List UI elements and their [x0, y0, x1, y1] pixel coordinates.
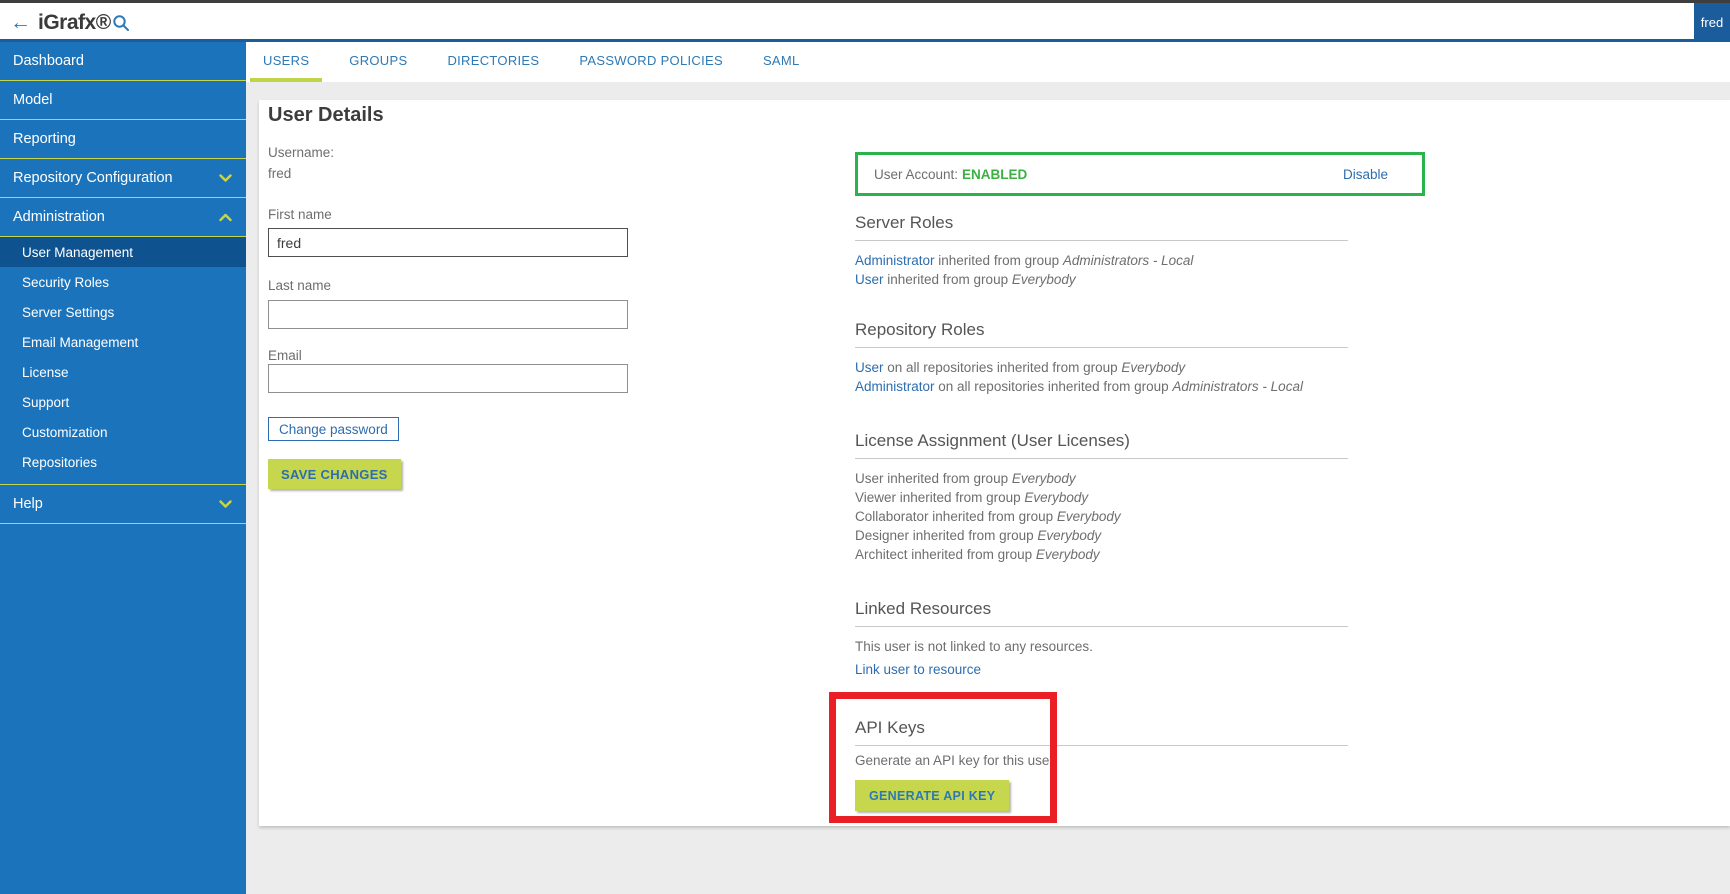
- disable-link[interactable]: Disable: [1343, 167, 1406, 182]
- chevron-up-icon: [219, 213, 232, 222]
- tab-users[interactable]: USERS: [250, 42, 322, 82]
- sidebar-item-server-settings[interactable]: Server Settings: [0, 297, 246, 327]
- link-user-to-resource-link[interactable]: Link user to resource: [855, 662, 981, 677]
- generate-api-key-button[interactable]: GENERATE API KEY: [855, 780, 1009, 811]
- server-role-entry: User inherited from group Everybody: [855, 270, 1348, 289]
- email-label: Email: [268, 348, 302, 363]
- sidebar-item-help[interactable]: Help: [0, 484, 246, 524]
- account-status-label: User Account:: [874, 167, 958, 182]
- api-keys-title: API Keys: [855, 718, 1348, 746]
- linked-resources-section: Linked Resources This user is not linked…: [855, 599, 1348, 677]
- search-icon[interactable]: [112, 14, 130, 32]
- chevron-down-icon: [219, 500, 232, 509]
- group-name: Everybody: [1121, 360, 1185, 375]
- change-password-button[interactable]: Change password: [268, 417, 399, 441]
- linked-resources-empty-text: This user is not linked to any resources…: [855, 637, 1348, 656]
- last-name-label: Last name: [268, 278, 331, 293]
- role-link[interactable]: User: [855, 360, 884, 375]
- role-link[interactable]: Administrator: [855, 379, 935, 394]
- username-value: fred: [268, 166, 291, 181]
- license-entry: Collaborator inherited from group Everyb…: [855, 507, 1348, 526]
- sidebar-item-user-management[interactable]: User Management: [0, 237, 246, 267]
- user-details-card: User Details Username: fred First name L…: [259, 100, 1730, 826]
- api-keys-section: API Keys Generate an API key for this us…: [855, 718, 1348, 811]
- repository-roles-title: Repository Roles: [855, 320, 1348, 348]
- email-field[interactable]: [268, 364, 628, 393]
- repository-role-entry: User on all repositories inherited from …: [855, 358, 1348, 377]
- role-link[interactable]: Administrator: [855, 253, 935, 268]
- igrafx-logo: iGrafx®: [38, 8, 111, 38]
- username-label: Username:: [268, 145, 334, 160]
- group-name: Everybody: [1057, 509, 1121, 524]
- first-name-field[interactable]: [268, 228, 628, 257]
- license-entry: Designer inherited from group Everybody: [855, 526, 1348, 545]
- sidebar-item-customization[interactable]: Customization: [0, 417, 246, 447]
- license-assignment-title: License Assignment (User Licenses): [855, 431, 1348, 459]
- group-name: Everybody: [1012, 471, 1076, 486]
- save-changes-button[interactable]: SAVE CHANGES: [268, 459, 401, 489]
- tab-bar: USERS GROUPS DIRECTORIES PASSWORD POLICI…: [246, 42, 1730, 82]
- status-badge: ENABLED: [962, 167, 1027, 182]
- group-name: Everybody: [1024, 490, 1088, 505]
- license-entry: User inherited from group Everybody: [855, 469, 1348, 488]
- server-roles-title: Server Roles: [855, 213, 1348, 241]
- sidebar-item-license[interactable]: License: [0, 357, 246, 387]
- sidebar-item-security-roles[interactable]: Security Roles: [0, 267, 246, 297]
- sidebar-item-model[interactable]: Model: [0, 81, 246, 120]
- top-bar: ← iGrafx®: [0, 3, 1730, 39]
- back-arrow-icon[interactable]: ←: [10, 8, 31, 38]
- tab-password-policies[interactable]: PASSWORD POLICIES: [566, 42, 736, 82]
- chevron-down-icon: [219, 174, 232, 183]
- group-name: Everybody: [1036, 547, 1100, 562]
- group-name: Administrators - Local: [1172, 379, 1303, 394]
- sidebar-item-support[interactable]: Support: [0, 387, 246, 417]
- sidebar-item-dashboard[interactable]: Dashboard: [0, 42, 246, 81]
- user-badge[interactable]: fred: [1694, 3, 1730, 42]
- first-name-label: First name: [268, 207, 332, 222]
- sidebar-item-repositories[interactable]: Repositories: [0, 447, 246, 477]
- tab-directories[interactable]: DIRECTORIES: [434, 42, 552, 82]
- group-name: Everybody: [1037, 528, 1101, 543]
- repository-roles-section: Repository Roles User on all repositorie…: [855, 320, 1348, 396]
- sidebar-item-email-management[interactable]: Email Management: [0, 327, 246, 357]
- sidebar-item-reporting[interactable]: Reporting: [0, 120, 246, 159]
- linked-resources-title: Linked Resources: [855, 599, 1348, 627]
- server-role-entry: Administrator inherited from group Admin…: [855, 251, 1348, 270]
- account-status-box: User Account: ENABLED Disable: [855, 152, 1425, 196]
- sidebar-spacer: [0, 477, 246, 484]
- license-assignment-section: License Assignment (User Licenses) User …: [855, 431, 1348, 564]
- tab-saml[interactable]: SAML: [750, 42, 813, 82]
- sidebar: Dashboard Model Reporting Repository Con…: [0, 42, 246, 894]
- page-title: User Details: [268, 104, 384, 127]
- group-name: Administrators - Local: [1063, 253, 1194, 268]
- server-roles-section: Server Roles Administrator inherited fro…: [855, 213, 1348, 289]
- group-name: Everybody: [1012, 272, 1076, 287]
- repository-role-entry: Administrator on all repositories inheri…: [855, 377, 1348, 396]
- license-entry: Viewer inherited from group Everybody: [855, 488, 1348, 507]
- last-name-field[interactable]: [268, 300, 628, 329]
- tab-groups[interactable]: GROUPS: [336, 42, 420, 82]
- right-column: User Account: ENABLED Disable Server Rol…: [855, 152, 1425, 811]
- api-keys-description: Generate an API key for this user.: [855, 753, 1348, 768]
- sidebar-item-repository-configuration[interactable]: Repository Configuration: [0, 159, 246, 198]
- role-link[interactable]: User: [855, 272, 884, 287]
- license-entry: Architect inherited from group Everybody: [855, 545, 1348, 564]
- sidebar-item-administration[interactable]: Administration: [0, 198, 246, 237]
